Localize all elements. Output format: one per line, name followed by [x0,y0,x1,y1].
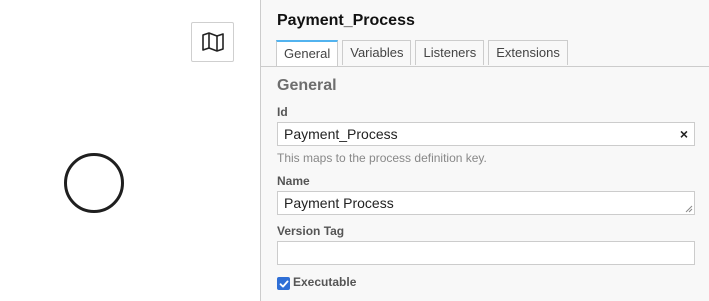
group-title: General [277,77,337,94]
executable-checkbox[interactable] [277,277,290,290]
id-label: Id [277,105,288,119]
id-input[interactable]: Payment_Process × [277,122,695,146]
map-icon [201,32,224,52]
tab-listeners[interactable]: Listeners [415,40,485,65]
name-input-value: Payment Process [284,195,394,211]
id-input-value: Payment_Process [284,126,398,142]
tab-extensions[interactable]: Extensions [488,40,568,65]
tab-variables[interactable]: Variables [342,40,412,65]
minimap-toggle-button[interactable] [191,22,234,62]
version-tag-label: Version Tag [277,224,345,238]
properties-panel: Payment_Process General Variables Listen… [260,0,709,301]
diagram-canvas[interactable] [0,0,260,301]
tab-general[interactable]: General [276,40,339,67]
start-event[interactable] [64,153,124,213]
name-textarea[interactable]: Payment Process [277,191,695,215]
version-tag-input[interactable] [277,241,695,265]
panel-title: Payment_Process [277,12,415,29]
resize-grip-icon[interactable] [685,205,693,213]
executable-label: Executable [293,275,357,289]
tab-divider [261,66,709,67]
id-description: This maps to the process definition key. [277,151,487,165]
tab-bar: General Variables Listeners Extensions [276,40,572,67]
name-label: Name [277,174,310,188]
clear-id-button[interactable]: × [680,123,688,145]
checkmark-icon [279,280,288,287]
